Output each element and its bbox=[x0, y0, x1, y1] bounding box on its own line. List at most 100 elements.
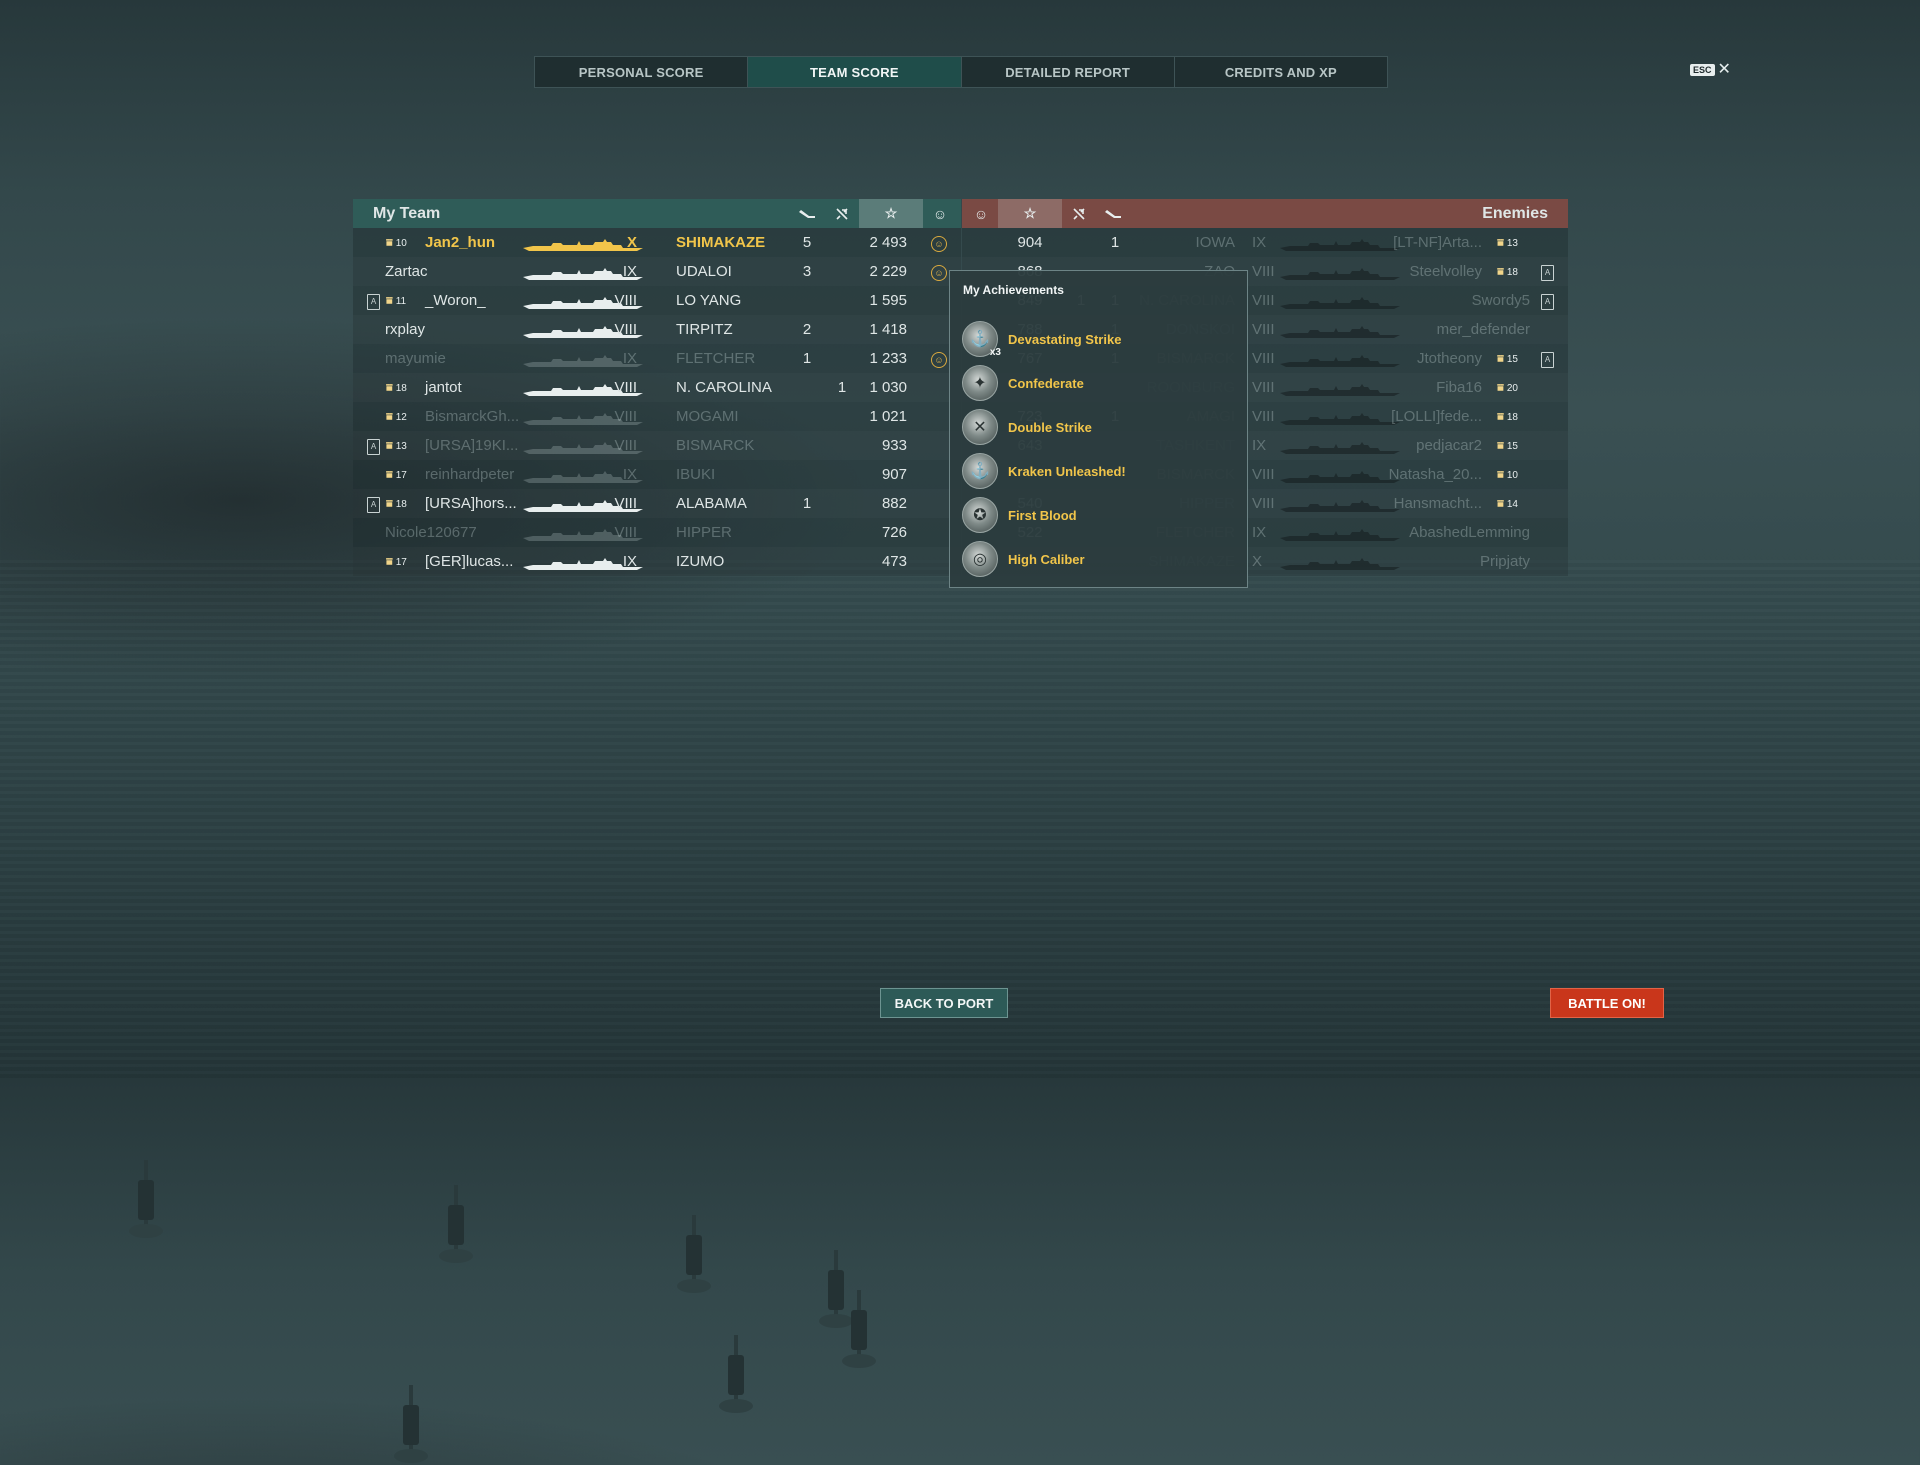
high-caliber-icon: ◎ bbox=[962, 541, 998, 577]
battle-on-button[interactable]: BATTLE ON! bbox=[1550, 988, 1664, 1018]
achievement-item[interactable]: ✪ First Blood bbox=[962, 495, 1077, 535]
base-xp-score: 726 bbox=[881, 524, 907, 541]
stars-icon: ⩸ bbox=[1497, 382, 1504, 394]
stars-icon: ⩸ bbox=[386, 440, 393, 452]
tab-detailed-report[interactable]: DETAILED REPORT bbox=[962, 57, 1175, 87]
ship-name: ALABAMA bbox=[676, 495, 747, 512]
achievement-label: Double Strike bbox=[1008, 419, 1092, 435]
player-name: Hansmacht... bbox=[1393, 495, 1482, 512]
buoy bbox=[129, 1160, 163, 1240]
ship-name: IZUMO bbox=[676, 553, 725, 570]
tab-personal-score[interactable]: PERSONAL SCORE bbox=[535, 57, 749, 87]
ship-tier: VIII bbox=[1252, 321, 1275, 338]
ship-name: IBUKI bbox=[676, 466, 716, 483]
double-strike-icon: ✕ bbox=[962, 409, 998, 445]
team-row[interactable]: rxplay VIII TIRPITZ 2 1 418 bbox=[353, 315, 961, 344]
rank-number: 14 bbox=[1506, 499, 1518, 510]
ship-silhouette-icon bbox=[523, 238, 643, 251]
rank-badge: ⩸ 18 bbox=[1497, 411, 1518, 424]
team-row[interactable]: ⩸ 17 [GER]lucas... IX IZUMO 473 bbox=[353, 547, 961, 576]
team-row[interactable]: A ⩸ 11 _Woron_ VIII LO YANG 1 595 bbox=[353, 286, 961, 315]
ship-tier: IX bbox=[622, 263, 637, 280]
player-name: Swordy5 bbox=[1471, 292, 1530, 309]
achievement-medal-icon: ☺ bbox=[931, 236, 947, 252]
stars-icon: ⩸ bbox=[1497, 498, 1504, 510]
ship-tier: X bbox=[1252, 553, 1263, 570]
star-icon: ☆ bbox=[998, 199, 1062, 228]
ship-tier: VIII bbox=[614, 495, 637, 512]
ship-tier: IX bbox=[622, 553, 637, 570]
ship-tier: VIII bbox=[1252, 292, 1275, 309]
team-row[interactable]: Zartac IX UDALOI 3 2 229 ☺ bbox=[353, 257, 961, 286]
achievement-item[interactable]: ✕ Double Strike bbox=[962, 407, 1092, 447]
rank-badge: ⩸ 13 bbox=[386, 440, 407, 453]
team-row[interactable]: mayumie IX FLETCHER 1 1 233 ☺ bbox=[353, 344, 961, 373]
team-row[interactable]: A ⩸ 18 [URSA]hors... VIII ALABAMA 1 882 bbox=[353, 489, 961, 518]
enemy-row[interactable]: 904 1 IOWA IX [LT-NF]Arta... ⩸ 13 bbox=[962, 228, 1568, 257]
stars-icon: ⩸ bbox=[1497, 469, 1504, 481]
ships-destroyed: 2 bbox=[802, 321, 812, 338]
rank-number: 10 bbox=[395, 238, 407, 249]
rank-badge: ⩸ 18 bbox=[1497, 266, 1518, 279]
rank-badge: ⩸ 15 bbox=[1497, 353, 1518, 366]
tab-credits-and-xp[interactable]: CREDITS AND XP bbox=[1175, 57, 1387, 87]
ships-destroyed: 5 bbox=[802, 234, 812, 251]
player-name: Natasha_20... bbox=[1388, 466, 1482, 483]
base-xp-score: 1 030 bbox=[869, 379, 907, 396]
ship-silhouette-icon bbox=[1280, 528, 1400, 541]
first-blood-icon: ✪ bbox=[962, 497, 998, 533]
player-name: Steelvolley bbox=[1409, 263, 1482, 280]
team-row[interactable]: ⩸ 10 Jan2_hun X SHIMAKAZE 5 2 493 ☺ bbox=[353, 228, 961, 257]
team-row[interactable]: A ⩸ 13 [URSA]19KI... VIII BISMARCK 933 bbox=[353, 431, 961, 460]
player-name: [URSA]19KI... bbox=[425, 437, 519, 454]
ship-tier: VIII bbox=[1252, 263, 1275, 280]
ship-tier: VIII bbox=[614, 379, 637, 396]
rank-number: 15 bbox=[1506, 441, 1518, 452]
ship-silhouette-icon bbox=[1280, 441, 1400, 454]
ship-name: UDALOI bbox=[676, 263, 732, 280]
close-button[interactable]: ESC ✕ bbox=[1690, 61, 1731, 78]
ship-silhouette-icon bbox=[1280, 238, 1400, 251]
team-row[interactable]: ⩸ 17 reinhardpeter IX IBUKI 907 bbox=[353, 460, 961, 489]
close-icon: ✕ bbox=[1717, 61, 1731, 78]
ship-tier: VIII bbox=[614, 321, 637, 338]
ship-silhouette-icon bbox=[1280, 557, 1400, 570]
team-row[interactable]: ⩸ 12 BismarckGh... VIII MOGAMI 1 021 bbox=[353, 402, 961, 431]
ship-tier: VIII bbox=[1252, 350, 1275, 367]
base-xp-score: 2 229 bbox=[869, 263, 907, 280]
team-row[interactable]: ⩸ 18 jantot VIII N. CAROLINA 1 1 030 bbox=[353, 373, 961, 402]
ship-silhouette-icon bbox=[1280, 296, 1400, 309]
ships-destroyed: 1 bbox=[802, 495, 812, 512]
achievement-multiplier: x3 bbox=[989, 347, 1001, 358]
my-team-title: My Team bbox=[373, 205, 441, 222]
base-xp-score: 1 233 bbox=[869, 350, 907, 367]
ship-name: SHIMAKAZE bbox=[676, 234, 766, 251]
achievements-popup: My Achievements ⚓ x3 Devastating Strike ✦ Co… bbox=[949, 270, 1248, 588]
base-xp-score: 1 021 bbox=[869, 408, 907, 425]
achievement-item[interactable]: ⚓ x3 Devastating Strike bbox=[962, 319, 1121, 359]
base-xp-score: 1 418 bbox=[869, 321, 907, 338]
team-row[interactable]: Nicole120677 VIII HIPPER 726 bbox=[353, 518, 961, 547]
rank-number: 18 bbox=[1506, 412, 1518, 423]
ship-tier: VIII bbox=[1252, 495, 1275, 512]
stars-icon: ⩸ bbox=[386, 295, 393, 307]
ship-tier: IX bbox=[622, 350, 637, 367]
base-xp-score: 473 bbox=[881, 553, 907, 570]
score-tabs: PERSONAL SCORE TEAM SCORE DETAILED REPOR… bbox=[534, 56, 1388, 88]
tab-team-score[interactable]: TEAM SCORE bbox=[748, 57, 962, 87]
base-xp-score: 1 595 bbox=[869, 292, 907, 309]
ship-silhouette-icon bbox=[1280, 354, 1400, 367]
ship-silhouette-icon bbox=[1280, 412, 1400, 425]
rank-number: 15 bbox=[1506, 354, 1518, 365]
rank-number: 13 bbox=[1506, 238, 1518, 249]
ship-silhouette-icon bbox=[1280, 499, 1400, 512]
achievement-item[interactable]: ◎ High Caliber bbox=[962, 539, 1085, 579]
achievement-item[interactable]: ✦ Confederate bbox=[962, 363, 1084, 403]
player-name: [LOLLI]fede... bbox=[1391, 408, 1482, 425]
base-xp-score: 2 493 bbox=[869, 234, 907, 251]
achievement-label: Kraken Unleashed! bbox=[1008, 463, 1126, 479]
rank-number: 11 bbox=[395, 296, 407, 307]
achievement-item[interactable]: ⚓ Kraken Unleashed! bbox=[962, 451, 1126, 491]
rank-number: 13 bbox=[395, 441, 407, 452]
back-to-port-button[interactable]: BACK TO PORT bbox=[880, 988, 1008, 1018]
